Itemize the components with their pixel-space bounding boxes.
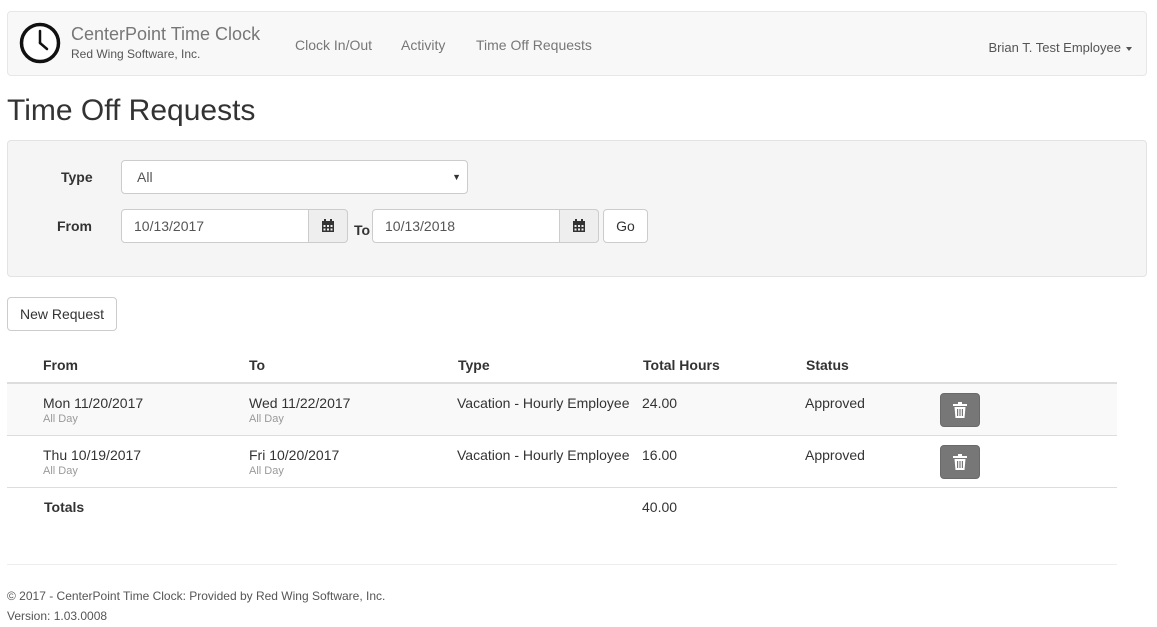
header-to: To (249, 357, 266, 373)
calendar-icon (322, 219, 334, 232)
calendar-icon (573, 219, 585, 232)
row-to: Fri 10/20/2017 (249, 447, 340, 463)
row-status: Approved (805, 447, 865, 463)
navbar: CenterPoint Time Clock Red Wing Software… (7, 11, 1147, 76)
user-menu[interactable]: Brian T. Test Employee (989, 40, 1132, 55)
dropdown-arrow-icon: ▼ (452, 172, 461, 182)
from-date-input[interactable]: 10/13/2017 (121, 209, 309, 243)
type-select[interactable]: All ▼ (121, 160, 468, 194)
to-date-group: 10/13/2018 (372, 209, 599, 243)
table-row: Thu 10/19/2017 All Day Fri 10/20/2017 Al… (7, 436, 1117, 488)
row-hours: 16.00 (642, 447, 678, 463)
header-type: Type (458, 357, 490, 373)
row-from: Mon 11/20/2017 (43, 395, 144, 411)
delete-button[interactable] (940, 393, 980, 427)
row-from: Thu 10/19/2017 (43, 447, 142, 463)
row-from-sub: All Day (43, 465, 78, 477)
to-label: To (354, 222, 371, 238)
row-to-sub: All Day (249, 465, 284, 477)
brand-subtitle: Red Wing Software, Inc. (71, 47, 201, 61)
go-button[interactable]: Go (603, 209, 648, 243)
from-date-group: 10/13/2017 (121, 209, 348, 243)
new-request-button[interactable]: New Request (7, 297, 117, 331)
clock-icon (19, 22, 61, 64)
totals-label: Totals (44, 499, 85, 515)
trash-icon (953, 454, 967, 470)
caret-down-icon (1126, 46, 1132, 51)
from-label: From (57, 218, 92, 234)
row-from-sub: All Day (43, 413, 78, 425)
row-to: Wed 11/22/2017 (249, 395, 351, 411)
header-status: Status (806, 357, 849, 373)
nav-activity[interactable]: Activity (401, 37, 445, 53)
footer-version: Version: 1.03.0008 (7, 609, 108, 623)
delete-button[interactable] (940, 445, 980, 479)
brand-title[interactable]: CenterPoint Time Clock (71, 24, 260, 45)
type-label: Type (61, 169, 93, 185)
header-total-hours: Total Hours (643, 357, 720, 373)
row-type: Vacation - Hourly Employee (457, 447, 630, 463)
trash-icon (953, 402, 967, 418)
filter-panel: Type All ▼ From 10/13/2017 To 10/13/2018 (7, 140, 1147, 277)
footer-divider (7, 564, 1117, 565)
user-name: Brian T. Test Employee (988, 40, 1121, 55)
to-date-input[interactable]: 10/13/2018 (372, 209, 560, 243)
row-status: Approved (805, 395, 865, 411)
row-hours: 24.00 (642, 395, 678, 411)
from-calendar-button[interactable] (308, 209, 348, 243)
row-to-sub: All Day (249, 413, 284, 425)
header-from: From (43, 357, 78, 373)
nav-time-off-requests[interactable]: Time Off Requests (476, 37, 592, 53)
row-type: Vacation - Hourly Employee (457, 395, 630, 411)
page-title: Time Off Requests (7, 94, 256, 127)
table-row: Mon 11/20/2017 All Day Wed 11/22/2017 Al… (7, 384, 1117, 436)
totals-value: 40.00 (642, 499, 678, 515)
nav-clock-in-out[interactable]: Clock In/Out (295, 37, 372, 53)
footer-copyright: © 2017 - CenterPoint Time Clock: Provide… (7, 589, 386, 603)
to-calendar-button[interactable] (559, 209, 599, 243)
type-select-value: All (137, 169, 153, 185)
